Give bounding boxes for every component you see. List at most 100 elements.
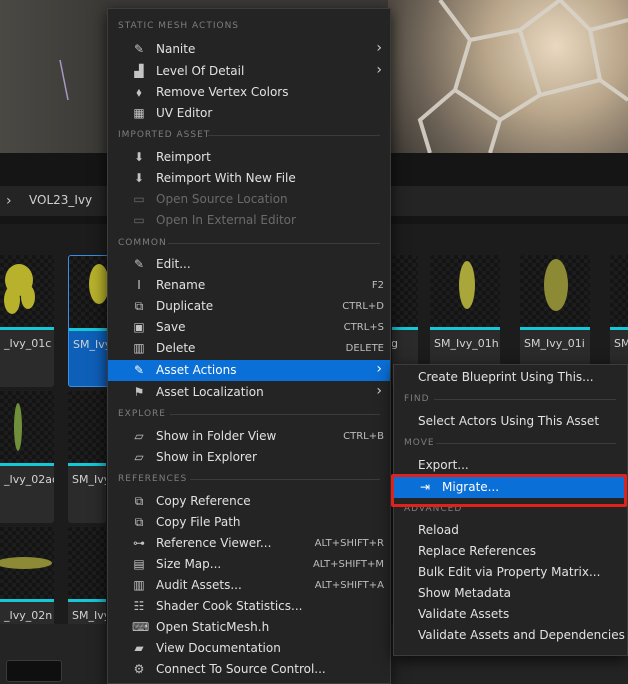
menu-item-view-documentation[interactable]: ▰ View Documentation <box>108 638 390 659</box>
menu-item-validate-dependencies[interactable]: Validate Assets and Dependencies <box>394 625 627 646</box>
shortcut-label: DELETE <box>345 343 384 354</box>
shortcut-label: ALT+SHIFT+A <box>314 580 384 591</box>
asset-thumbnail <box>0 255 54 327</box>
asset-name: SM_Ivy <box>72 473 106 486</box>
menu-item-open-source-location: ▭ Open Source Location <box>108 189 390 210</box>
ivy-thumbnail-icon <box>0 557 52 569</box>
menu-item-validate-assets[interactable]: Validate Assets <box>394 604 627 625</box>
asset-type-bar <box>0 327 54 330</box>
asset-name: _Ivy_02ad <box>4 473 54 486</box>
asset-name: _Ivy_01c <box>4 337 52 350</box>
reference-graph-icon: ⊶ <box>133 536 145 550</box>
menu-item-audit-assets[interactable]: ▥ Audit Assets... ALT+SHIFT+A <box>108 575 390 596</box>
asset-name: SM_Ivy_01i <box>524 337 585 350</box>
asset-tile[interactable]: _Ivy_01c <box>0 255 54 387</box>
divider <box>190 479 380 480</box>
asset-name: g <box>392 337 398 350</box>
reimport-icon: ⬇ <box>133 171 145 185</box>
shortcut-label: CTRL+D <box>342 301 384 312</box>
menu-item-copy-reference[interactable]: ⧉ Copy Reference <box>108 491 390 512</box>
menu-item-duplicate[interactable]: ⧉ Duplicate CTRL+D <box>108 296 390 317</box>
menu-item-size-map[interactable]: ▤ Size Map... ALT+SHIFT+M <box>108 554 390 575</box>
lod-icon: ▟ <box>134 64 144 78</box>
ivy-thumbnail-icon <box>544 259 568 311</box>
menu-item-lod[interactable]: ▟ Level Of Detail › <box>108 61 390 82</box>
book-icon: ▰ <box>134 641 144 655</box>
menu-item-show-metadata[interactable]: Show Metadata <box>394 583 627 604</box>
asset-name: SM_Ivy <box>72 609 106 622</box>
menu-item-remove-vertex-colors[interactable]: ⬧ Remove Vertex Colors <box>108 82 390 103</box>
menu-item-uv-editor[interactable]: ▦ UV Editor <box>108 103 390 124</box>
section-static-mesh: STATIC MESH ACTIONS <box>118 21 240 31</box>
menu-item-label: Copy File Path <box>156 515 241 529</box>
divider <box>434 399 616 400</box>
divider <box>168 243 380 244</box>
menu-item-label: Open Source Location <box>156 192 288 206</box>
wrench-icon: ✎ <box>133 363 145 377</box>
menu-item-reimport-new-file[interactable]: ⬇ Reimport With New File <box>108 168 390 189</box>
asset-type-bar <box>392 327 418 330</box>
menu-item-label: Create Blueprint Using This... <box>418 370 594 384</box>
asset-type-bar <box>0 599 54 602</box>
menu-item-edit[interactable]: ✎ Edit... <box>108 254 390 275</box>
menu-item-label: Shader Cook Statistics... <box>156 599 303 613</box>
trash-icon: ▥ <box>133 341 145 355</box>
menu-item-create-blueprint[interactable]: Create Blueprint Using This... <box>394 367 627 388</box>
menu-item-select-actors[interactable]: Select Actors Using This Asset <box>394 411 627 432</box>
annotation-highlight-box <box>391 474 627 507</box>
menu-item-nanite[interactable]: ✎ Nanite › <box>108 39 390 60</box>
asset-tile[interactable]: SM_Ivy <box>68 391 106 523</box>
audit-icon: ▥ <box>133 578 145 592</box>
section-explore: EXPLORE <box>118 409 166 419</box>
menu-item-asset-localization[interactable]: ⚑ Asset Localization › <box>108 382 390 403</box>
menu-item-asset-actions[interactable]: ✎ Asset Actions › <box>108 360 390 381</box>
shortcut-label: F2 <box>371 280 384 291</box>
asset-name: SM_Ivy <box>73 338 112 351</box>
menu-item-label: Replace References <box>418 544 536 558</box>
menu-item-delete[interactable]: ▥ Delete DELETE <box>108 338 390 359</box>
asset-name: _Ivy_02n <box>4 609 53 622</box>
breadcrumb-folder[interactable]: VOL23_Ivy <box>29 193 92 207</box>
menu-item-rename[interactable]: I Rename F2 <box>108 275 390 296</box>
ivy-thumbnail-icon <box>459 261 475 309</box>
asset-type-bar <box>430 327 500 330</box>
menu-item-label: View Documentation <box>156 641 281 655</box>
size-map-icon: ▤ <box>133 557 145 571</box>
menu-item-label: Connect To Source Control... <box>156 662 326 676</box>
divider <box>436 443 616 444</box>
menu-item-bulk-edit[interactable]: Bulk Edit via Property Matrix... <box>394 562 627 583</box>
code-file-icon: ⌨ <box>132 620 150 634</box>
menu-item-reimport[interactable]: ⬇ Reimport <box>108 147 390 168</box>
menu-item-show-in-folder-view[interactable]: ▱ Show in Folder View CTRL+B <box>108 426 390 447</box>
shortcut-label: CTRL+B <box>343 431 384 442</box>
asset-thumbnail <box>520 255 590 327</box>
statistics-icon: ☷ <box>133 599 145 613</box>
section-find: FIND <box>404 394 430 404</box>
menu-item-label: Size Map... <box>156 557 222 571</box>
asset-type-bar <box>520 327 590 330</box>
menu-item-label: Reference Viewer... <box>156 536 272 550</box>
asset-actions-submenu: Create Blueprint Using This... FIND Sele… <box>393 364 628 656</box>
menu-item-replace-references[interactable]: Replace References <box>394 541 627 562</box>
search-input[interactable] <box>6 660 62 682</box>
menu-item-reference-viewer[interactable]: ⊶ Reference Viewer... ALT+SHIFT+R <box>108 533 390 554</box>
menu-item-save[interactable]: ▣ Save CTRL+S <box>108 317 390 338</box>
chevron-right-icon: › <box>376 383 382 399</box>
menu-item-show-in-explorer[interactable]: ▱ Show in Explorer <box>108 447 390 468</box>
asset-context-menu: STATIC MESH ACTIONS ✎ Nanite › ▟ Level O… <box>107 8 391 684</box>
menu-item-open-header[interactable]: ⌨ Open StaticMesh.h <box>108 617 390 638</box>
asset-type-bar <box>68 463 106 466</box>
menu-item-open-external-editor: ▭ Open In External Editor <box>108 210 390 231</box>
menu-item-label: Asset Localization <box>156 385 264 399</box>
menu-item-export[interactable]: Export... <box>394 455 627 476</box>
asset-thumbnail <box>68 527 106 599</box>
menu-item-label: Validate Assets <box>418 607 510 621</box>
divider <box>170 414 380 415</box>
menu-item-copy-file-path[interactable]: ⧉ Copy File Path <box>108 512 390 533</box>
copy-icon: ⧉ <box>134 515 144 529</box>
menu-item-connect-source-control[interactable]: ⚙ Connect To Source Control... <box>108 659 390 680</box>
external-editor-icon: ▭ <box>133 213 145 227</box>
asset-tile[interactable]: _Ivy_02ad <box>0 391 54 523</box>
menu-item-shader-cook-statistics[interactable]: ☷ Shader Cook Statistics... <box>108 596 390 617</box>
menu-item-reload[interactable]: Reload <box>394 520 627 541</box>
